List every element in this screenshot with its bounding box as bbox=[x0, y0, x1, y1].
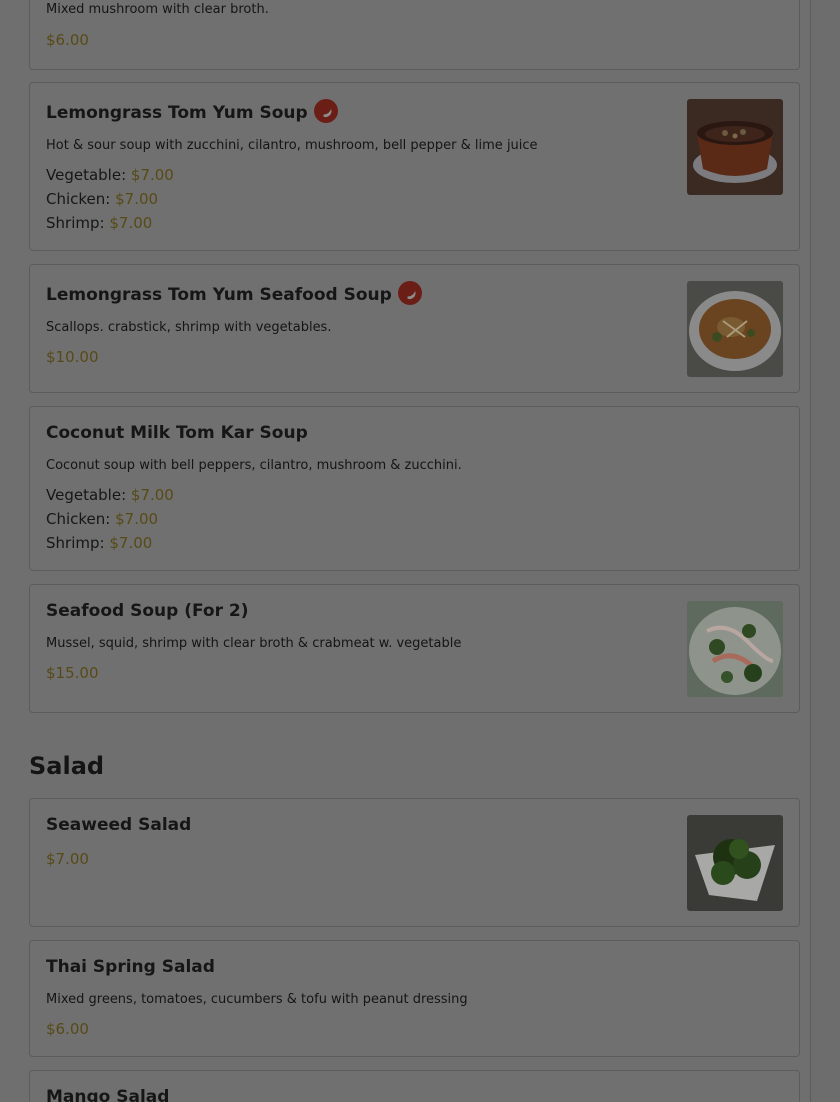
page-scrollbar[interactable] bbox=[810, 0, 840, 1102]
salad-photo[interactable] bbox=[687, 815, 783, 911]
menu-item-card[interactable]: Thai Spring Salad Mixed greens, tomatoes… bbox=[29, 940, 800, 1057]
item-price-option: Vegetable: $7.00 bbox=[46, 166, 174, 184]
menu-item-card[interactable]: Mixed mushroom with clear broth. $6.00 bbox=[29, 0, 800, 70]
option-price: $7.00 bbox=[109, 534, 153, 552]
chili-pepper-icon bbox=[397, 281, 422, 305]
item-price-line: $10.00 bbox=[46, 348, 99, 366]
option-price: $7.00 bbox=[130, 166, 174, 184]
soup-photo[interactable] bbox=[687, 601, 783, 697]
item-price-option: Shrimp: $7.00 bbox=[46, 534, 152, 552]
section-heading-salad: Salad bbox=[29, 752, 105, 780]
item-title-text: Lemongrass Tom Yum Soup bbox=[46, 103, 308, 123]
item-title: Thai Spring Salad bbox=[46, 957, 215, 977]
item-title: Mango Salad bbox=[46, 1087, 170, 1102]
menu-item-card[interactable]: Coconut Milk Tom Kar Soup Coconut soup w… bbox=[29, 406, 800, 571]
chili-pepper-icon bbox=[313, 99, 338, 123]
item-title: Coconut Milk Tom Kar Soup bbox=[46, 423, 308, 443]
option-label: Shrimp: bbox=[46, 534, 105, 552]
option-label: Vegetable: bbox=[46, 486, 127, 504]
menu-item-card[interactable]: Lemongrass Tom Yum Seafood Soup Scallops… bbox=[29, 264, 800, 393]
option-price: $7.00 bbox=[115, 190, 159, 208]
item-price: $7.00 bbox=[46, 850, 89, 868]
option-price: $7.00 bbox=[130, 486, 174, 504]
item-price-line: $15.00 bbox=[46, 664, 99, 682]
item-price-line: $6.00 bbox=[46, 31, 89, 49]
item-description: Mixed greens, tomatoes, cucumbers & tofu… bbox=[46, 992, 468, 1007]
option-label: Vegetable: bbox=[46, 166, 127, 184]
item-price: $6.00 bbox=[46, 1020, 89, 1038]
item-title: Seaweed Salad bbox=[46, 815, 192, 835]
item-price-option: Vegetable: $7.00 bbox=[46, 486, 174, 504]
item-price-option: Shrimp: $7.00 bbox=[46, 214, 152, 232]
item-price: $6.00 bbox=[46, 31, 89, 49]
menu-item-card[interactable]: Mango Salad bbox=[29, 1070, 800, 1102]
item-description: Hot & sour soup with zucchini, cilantro,… bbox=[46, 138, 538, 153]
item-title: Lemongrass Tom Yum Soup bbox=[46, 99, 338, 123]
item-price-option: Chicken: $7.00 bbox=[46, 510, 158, 528]
option-price: $7.00 bbox=[109, 214, 153, 232]
item-price: $15.00 bbox=[46, 664, 99, 682]
menu-item-card[interactable]: Lemongrass Tom Yum Soup Hot & sour soup … bbox=[29, 82, 800, 251]
item-description: Mixed mushroom with clear broth. bbox=[46, 2, 269, 17]
soup-photo[interactable] bbox=[687, 99, 783, 195]
item-price: $10.00 bbox=[46, 348, 99, 366]
menu-item-card[interactable]: Seafood Soup (For 2) Mussel, squid, shri… bbox=[29, 584, 800, 713]
item-description: Coconut soup with bell peppers, cilantro… bbox=[46, 458, 462, 473]
item-title: Seafood Soup (For 2) bbox=[46, 601, 249, 621]
menu-item-card[interactable]: Seaweed Salad $7.00 bbox=[29, 798, 800, 927]
item-title: Lemongrass Tom Yum Seafood Soup bbox=[46, 281, 422, 305]
option-label: Chicken: bbox=[46, 190, 111, 208]
soup-photo[interactable] bbox=[687, 281, 783, 377]
item-description: Mussel, squid, shrimp with clear broth &… bbox=[46, 636, 462, 651]
option-label: Chicken: bbox=[46, 510, 111, 528]
item-description: Scallops. crabstick, shrimp with vegetab… bbox=[46, 320, 332, 335]
option-label: Shrimp: bbox=[46, 214, 105, 232]
item-price-line: $7.00 bbox=[46, 850, 89, 868]
item-price-option: Chicken: $7.00 bbox=[46, 190, 158, 208]
item-title-text: Lemongrass Tom Yum Seafood Soup bbox=[46, 285, 392, 305]
item-price-line: $6.00 bbox=[46, 1020, 89, 1038]
option-price: $7.00 bbox=[115, 510, 159, 528]
